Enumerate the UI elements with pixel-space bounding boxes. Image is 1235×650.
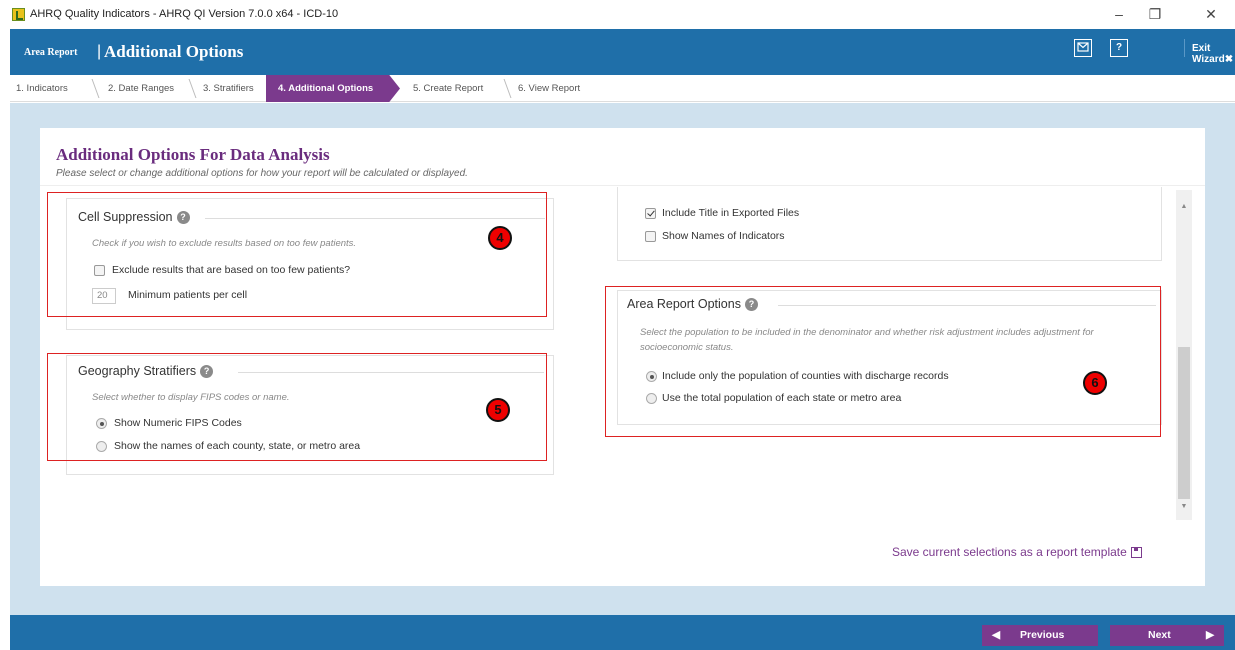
save-template-label: Save current selections as a report temp… [892,545,1127,559]
highlight-box-cell-suppression [47,192,547,317]
step-create-report[interactable]: 5. Create Report [413,75,483,102]
header-separator: | [97,43,102,60]
page-subtitle: Please select or change additional optio… [56,168,468,179]
include-title-label: Include Title in Exported Files [662,207,800,219]
highlight-box-geography [47,353,547,461]
window-titlebar: AHRQ Quality Indicators - AHRQ QI Versio… [0,0,1235,28]
step-date-ranges[interactable]: 2. Date Ranges [108,75,174,102]
marker-6: 6 [1083,371,1107,395]
app-header: Area Report | Additional Options ? Exit … [10,29,1235,75]
exit-wizard-button[interactable]: Exit Wizard✖ [1192,43,1235,65]
step-view-report[interactable]: 6. View Report [518,75,580,102]
previous-button[interactable]: ◀ Previous [982,625,1098,646]
next-label: Next [1148,629,1171,641]
save-template-link[interactable]: Save current selections as a report temp… [892,545,1142,559]
mail-icon[interactable] [1074,39,1092,57]
header-section: Area Report [24,47,78,58]
minimize-button[interactable]: – [1104,4,1134,24]
page-title: Additional Options For Data Analysis [56,145,330,164]
scrollbar-thumb[interactable] [1178,347,1190,499]
scroll-up-icon[interactable]: ▲ [1176,200,1192,214]
display-options-group [617,187,1162,261]
app-logo-icon [12,8,25,21]
window-title: AHRQ Quality Indicators - AHRQ QI Versio… [30,8,339,20]
restore-button[interactable]: ❐ [1140,4,1170,24]
exit-wizard-label: Exit Wizard [1192,43,1225,65]
marker-5: 5 [486,398,510,422]
help-button[interactable]: ? [1110,39,1128,57]
chevron-left-icon: ◀ [992,629,1001,641]
marker-4: 4 [488,226,512,250]
close-button[interactable]: ✕ [1196,4,1226,24]
scroll-down-icon[interactable]: ▼ [1176,500,1192,514]
include-title-checkbox[interactable] [645,208,656,219]
header-divider [1184,39,1185,57]
highlight-box-area-report [605,286,1161,437]
close-x-icon: ✖ [1224,54,1234,65]
previous-label: Previous [1020,629,1065,641]
next-button[interactable]: Next ▶ [1110,625,1224,646]
step-additional-options[interactable]: 4. Additional Options [278,75,373,102]
step-indicators[interactable]: 1. Indicators [16,75,68,102]
step-stratifiers[interactable]: 3. Stratifiers [203,75,254,102]
show-names-checkbox[interactable] [645,231,656,242]
show-names-label: Show Names of Indicators [662,230,785,242]
divider [40,185,1205,186]
chevron-right-icon: ▶ [1206,629,1215,641]
save-icon [1130,547,1142,559]
page-header-title: Additional Options [104,42,244,61]
